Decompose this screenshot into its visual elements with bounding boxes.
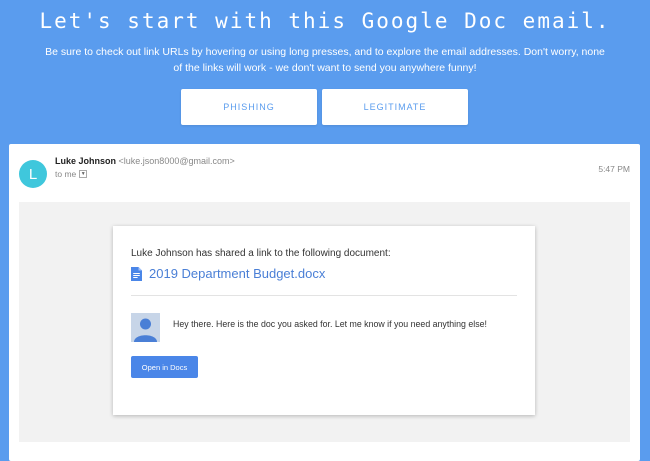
share-message: Hey there. Here is the doc you asked for… [173, 319, 487, 329]
divider [131, 295, 517, 296]
sender-email[interactable]: <luke.json8000@gmail.com> [119, 156, 235, 166]
recipient-line: to me ▼ [55, 169, 88, 179]
page-title: Let's start with this Google Doc email. [39, 9, 611, 33]
phishing-button[interactable]: PHISHING [181, 89, 317, 125]
share-intro-text: Luke Johnson has shared a link to the fo… [131, 248, 391, 259]
person-silhouette-icon [131, 313, 160, 342]
document-link[interactable]: 2019 Department Budget.docx [131, 266, 325, 281]
instructions-text: Be sure to check out link URLs by hoveri… [45, 46, 605, 74]
doc-file-icon [131, 266, 142, 281]
email-card: L Luke Johnson <luke.json8000@gmail.com>… [9, 144, 640, 461]
sender-line: Luke Johnson <luke.json8000@gmail.com> [55, 156, 235, 166]
caret-down-icon[interactable]: ▼ [79, 170, 88, 178]
open-in-docs-button[interactable]: Open in Docs [131, 356, 198, 378]
legitimate-button[interactable]: LEGITIMATE [322, 89, 468, 125]
sender-name: Luke Johnson [55, 156, 117, 166]
share-notification-card: Luke Johnson has shared a link to the fo… [113, 226, 535, 415]
document-title[interactable]: 2019 Department Budget.docx [149, 266, 325, 281]
email-body: Luke Johnson has shared a link to the fo… [19, 202, 630, 442]
email-timestamp: 5:47 PM [598, 164, 630, 174]
sender-avatar: L [19, 160, 47, 188]
recipient-label: to me [55, 169, 77, 179]
